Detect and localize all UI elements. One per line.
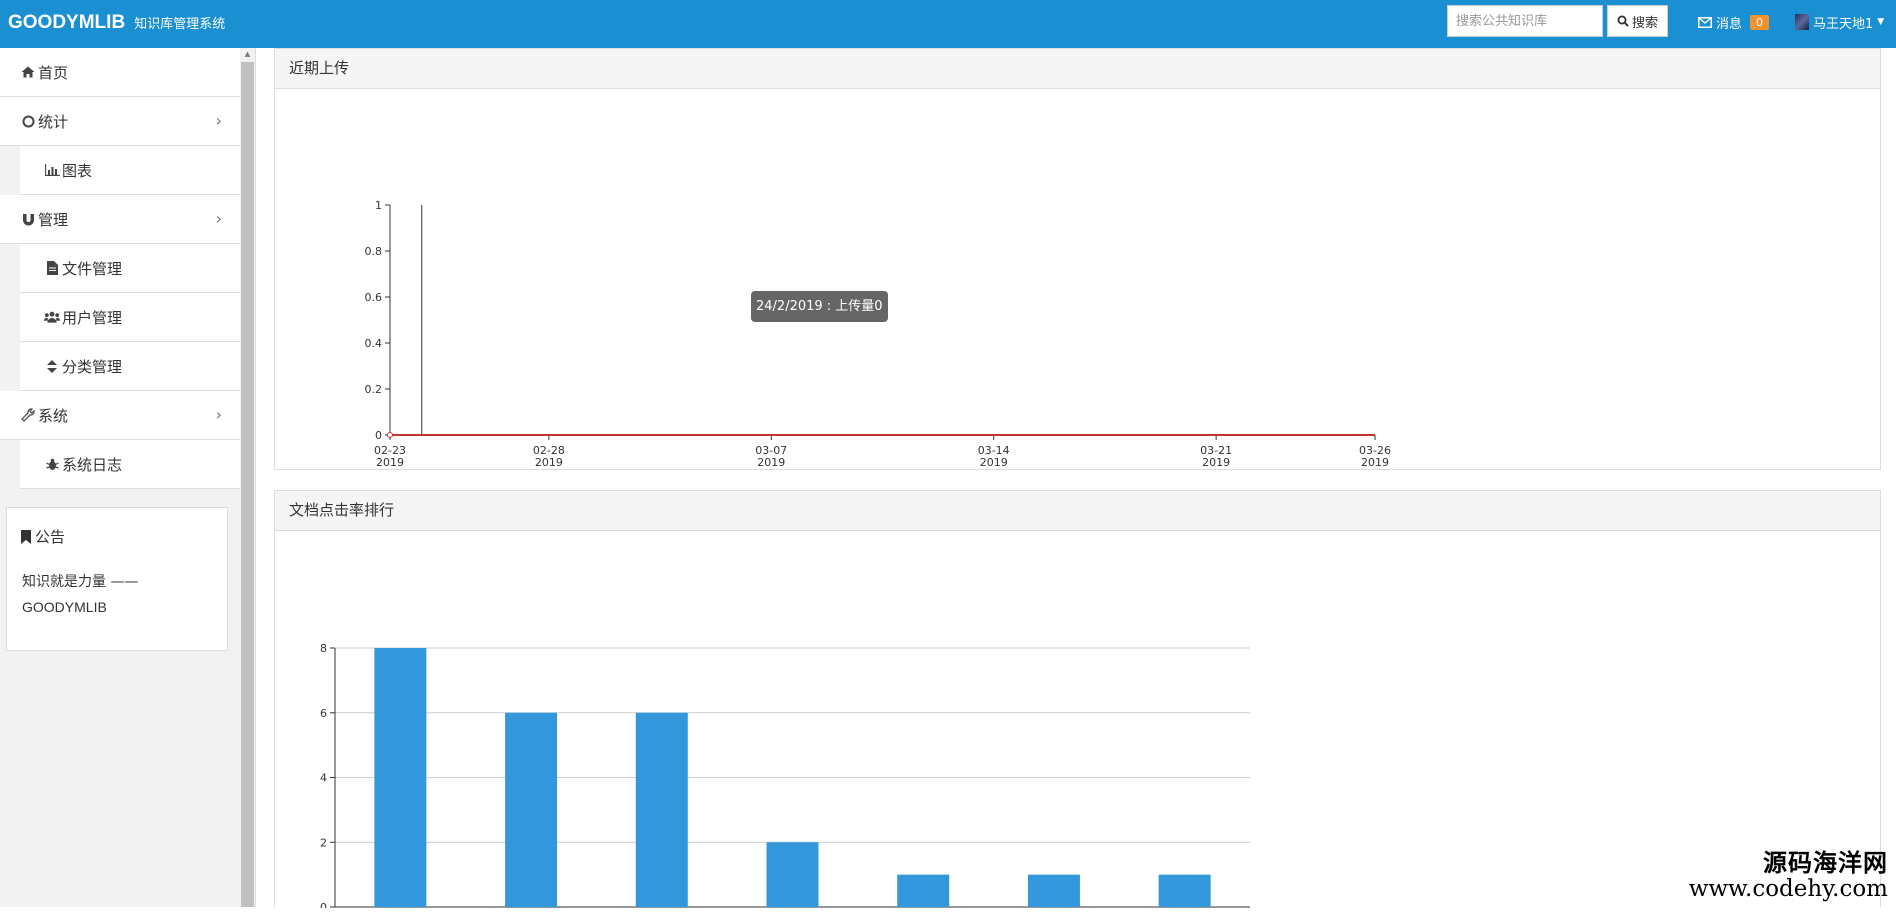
top-navbar: GOODYMLIB 知识库管理系统 搜索 消息 0 马王天地1 ▼ [0, 0, 1896, 48]
messages-link[interactable]: 消息 0 [1698, 11, 1770, 33]
x-tick-label: 2019 [980, 456, 1008, 469]
click-ranking-chart[interactable]: 02468保险业务管理系统使用说明手册深入JAVA虚拟机第二版宅商城实战视频教程… [275, 531, 1880, 912]
user-name: 马王天地1 [1813, 16, 1874, 32]
chevron-right-icon: › [215, 111, 222, 130]
bar[interactable] [635, 712, 688, 907]
x-tick-label: 2019 [376, 456, 404, 469]
sidebar-item-charts[interactable]: 图表 [20, 146, 240, 195]
y-tick-label: 6 [320, 707, 327, 720]
sort-icon [44, 359, 60, 373]
sidebar-item-system-log[interactable]: 系统日志 [20, 440, 240, 489]
y-tick-label: 0 [375, 429, 382, 442]
bar[interactable] [374, 648, 427, 907]
watermark: 源码海洋网 www.codehy.com [1689, 851, 1888, 901]
click-ranking-panel: 文档点击率排行 02468保险业务管理系统使用说明手册深入JAVA虚拟机第二版宅… [274, 490, 1881, 912]
envelope-icon [1698, 16, 1712, 28]
x-tick-label: 2019 [1202, 456, 1230, 469]
brand[interactable]: GOODYMLIB 知识库管理系统 [8, 0, 225, 48]
messages-label: 消息 [1716, 16, 1743, 32]
y-tick-label: 0.2 [365, 383, 383, 396]
notice-panel: 公告 知识就是力量 —— GOODYMLIB [6, 507, 228, 651]
sidebar-item-category-manage[interactable]: 分类管理 [20, 342, 240, 391]
y-tick-label: 0.4 [365, 337, 383, 350]
x-tick-label: 2019 [535, 456, 563, 469]
sidebar-item-label: 系统日志 [62, 455, 123, 474]
sidebar-item-label: 分类管理 [62, 357, 123, 376]
sidebar: 首页 统计 › 图表 管理 › 文件管理 用户管理 分类管理 系统 › 系统日志… [0, 48, 256, 907]
bug-icon [44, 458, 60, 471]
data-point [387, 432, 393, 438]
watermark-title: 源码海洋网 [1763, 849, 1888, 877]
chart-tooltip: 24/2/2019 : 上传量0 [751, 291, 888, 322]
avatar [1795, 14, 1809, 30]
sidebar-item-label: 文件管理 [62, 259, 123, 278]
sidebar-item-label: 统计 [38, 112, 69, 131]
sidebar-scrollbar[interactable]: ▲ [240, 48, 255, 907]
sidebar-item-manage[interactable]: 管理 › [0, 195, 240, 244]
bar-chart-icon [44, 164, 60, 176]
scroll-up-arrow-icon[interactable]: ▲ [240, 48, 255, 60]
y-tick-label: 4 [320, 772, 327, 785]
bar[interactable] [766, 842, 819, 907]
notice-line: 知识就是力量 —— [22, 574, 139, 590]
brand-subtitle: 知识库管理系统 [134, 17, 226, 32]
watermark-url: www.codehy.com [1688, 876, 1888, 902]
sidebar-item-label: 图表 [62, 161, 93, 180]
recent-uploads-chart[interactable]: 00.20.40.60.8102-23201902-28201903-07201… [275, 89, 1880, 469]
search-button-label: 搜索 [1631, 15, 1658, 31]
notice-title: 公告 [21, 526, 65, 547]
user-menu[interactable]: 马王天地1 ▼ [1795, 11, 1884, 33]
y-tick-label: 2 [320, 836, 327, 849]
y-tick-label: 1 [375, 199, 382, 212]
search-icon [1617, 15, 1629, 27]
y-tick-label: 0.6 [365, 291, 383, 304]
sidebar-item-stats[interactable]: 统计 › [0, 97, 240, 146]
circle-icon [20, 115, 36, 128]
notice-text: 知识就是力量 —— GOODYMLIB [22, 570, 212, 620]
scrollbar-thumb[interactable] [241, 62, 254, 907]
bar[interactable] [897, 874, 950, 907]
sidebar-menu: 首页 统计 › 图表 管理 › 文件管理 用户管理 分类管理 系统 › 系统日志 [0, 48, 240, 489]
x-tick-label: 2019 [1361, 456, 1389, 469]
sidebar-item-user-manage[interactable]: 用户管理 [20, 293, 240, 342]
y-tick-label: 0.8 [365, 245, 383, 258]
bar[interactable] [505, 712, 558, 907]
sidebar-item-label: 首页 [38, 63, 69, 82]
recent-uploads-title: 近期上传 [275, 49, 1880, 89]
messages-count-badge: 0 [1750, 14, 1770, 30]
sidebar-item-home[interactable]: 首页 [0, 48, 240, 97]
sidebar-item-label: 用户管理 [62, 308, 123, 327]
magnet-icon [20, 213, 36, 226]
sidebar-item-label: 系统 [38, 406, 69, 425]
search-input[interactable] [1447, 5, 1603, 37]
home-icon [20, 66, 36, 78]
y-tick-label: 8 [320, 642, 327, 655]
x-tick-label: 2019 [757, 456, 785, 469]
chevron-right-icon: › [215, 209, 222, 228]
brand-name: GOODYMLIB [8, 12, 126, 33]
click-ranking-title: 文档点击率排行 [275, 491, 1880, 531]
bar[interactable] [1027, 874, 1080, 907]
bookmark-icon [21, 529, 31, 544]
sidebar-item-system[interactable]: 系统 › [0, 391, 240, 440]
wrench-icon [20, 408, 36, 422]
users-icon [44, 311, 60, 323]
sidebar-item-label: 管理 [38, 210, 69, 229]
recent-uploads-panel: 近期上传 0 0.2 0.4 0.6 0.8 1 02-23 2019 02-28 2019 03-… [274, 48, 1881, 470]
file-icon [44, 261, 60, 275]
sidebar-item-file-manage[interactable]: 文件管理 [20, 244, 240, 293]
chevron-right-icon: › [215, 405, 222, 424]
caret-down-icon: ▼ [1877, 17, 1885, 27]
search-button[interactable]: 搜索 [1607, 5, 1668, 37]
notice-sub: GOODYMLIB [22, 599, 107, 615]
bar[interactable] [1158, 874, 1211, 907]
notice-title-text: 公告 [35, 528, 66, 546]
